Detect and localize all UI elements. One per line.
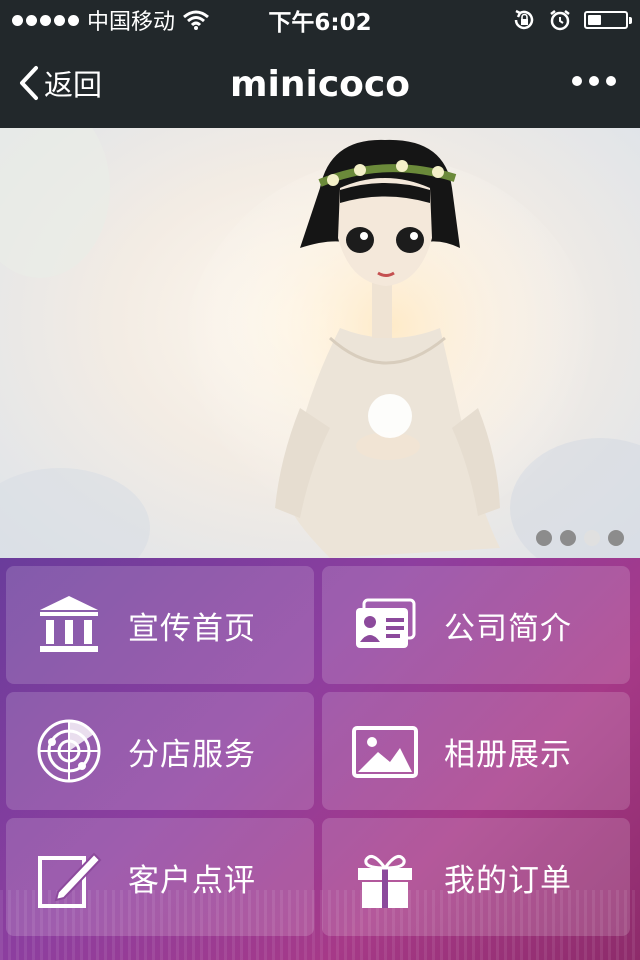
menu-item-label: 分店服务 [128, 736, 256, 773]
nav-bar: 返回 minicoco [0, 40, 640, 128]
menu-item-label: 公司简介 [444, 610, 572, 647]
back-button[interactable]: 返回 [18, 62, 102, 104]
status-left: 中国移动 [12, 0, 209, 40]
menu-item-reviews[interactable]: 客户点评 [6, 818, 314, 936]
battery-icon [584, 11, 632, 29]
status-right [512, 0, 632, 40]
more-dot-icon [572, 76, 582, 86]
carousel-dot[interactable] [560, 530, 576, 546]
bank-icon [40, 596, 98, 652]
signal-strength-icon [12, 14, 79, 26]
carrier-name: 中国移动 [87, 10, 176, 35]
business-card-icon [356, 598, 416, 648]
menu-item-label: 相册展示 [444, 736, 572, 773]
carousel-dot-active[interactable] [584, 530, 600, 546]
back-label: 返回 [44, 68, 103, 102]
menu-item-album[interactable]: 相册展示 [322, 692, 630, 810]
chevron-left-icon [20, 66, 38, 100]
menu-item-orders[interactable]: 我的订单 [322, 818, 630, 936]
menu-grid: 宣传首页 公司简介 分店服务 相册展示 客户点评 我的订单 [0, 558, 640, 960]
pencil-edit-icon [38, 852, 102, 908]
status-bar: 中国移动 下午6:02 [0, 0, 640, 40]
carousel-dot[interactable] [536, 530, 552, 546]
carousel-dot[interactable] [608, 530, 624, 546]
more-button[interactable] [572, 76, 616, 86]
gift-icon [358, 854, 412, 908]
photo-icon [352, 726, 418, 778]
banner-illustration [0, 128, 640, 558]
more-dot-icon [606, 76, 616, 86]
rotation-lock-icon [514, 9, 534, 30]
menu-item-label: 我的订单 [444, 862, 572, 899]
alarm-icon [550, 10, 570, 31]
menu-item-company[interactable]: 公司简介 [322, 566, 630, 684]
carousel-indicator [536, 530, 624, 546]
menu-item-branches[interactable]: 分店服务 [6, 692, 314, 810]
banner-carousel[interactable] [0, 128, 640, 558]
menu-item-label: 客户点评 [128, 862, 256, 899]
menu-item-home[interactable]: 宣传首页 [6, 566, 314, 684]
battery-fill [588, 15, 601, 25]
wifi-icon [183, 10, 209, 30]
menu-item-label: 宣传首页 [128, 610, 256, 647]
radar-icon [37, 719, 101, 783]
more-dot-icon [589, 76, 599, 86]
